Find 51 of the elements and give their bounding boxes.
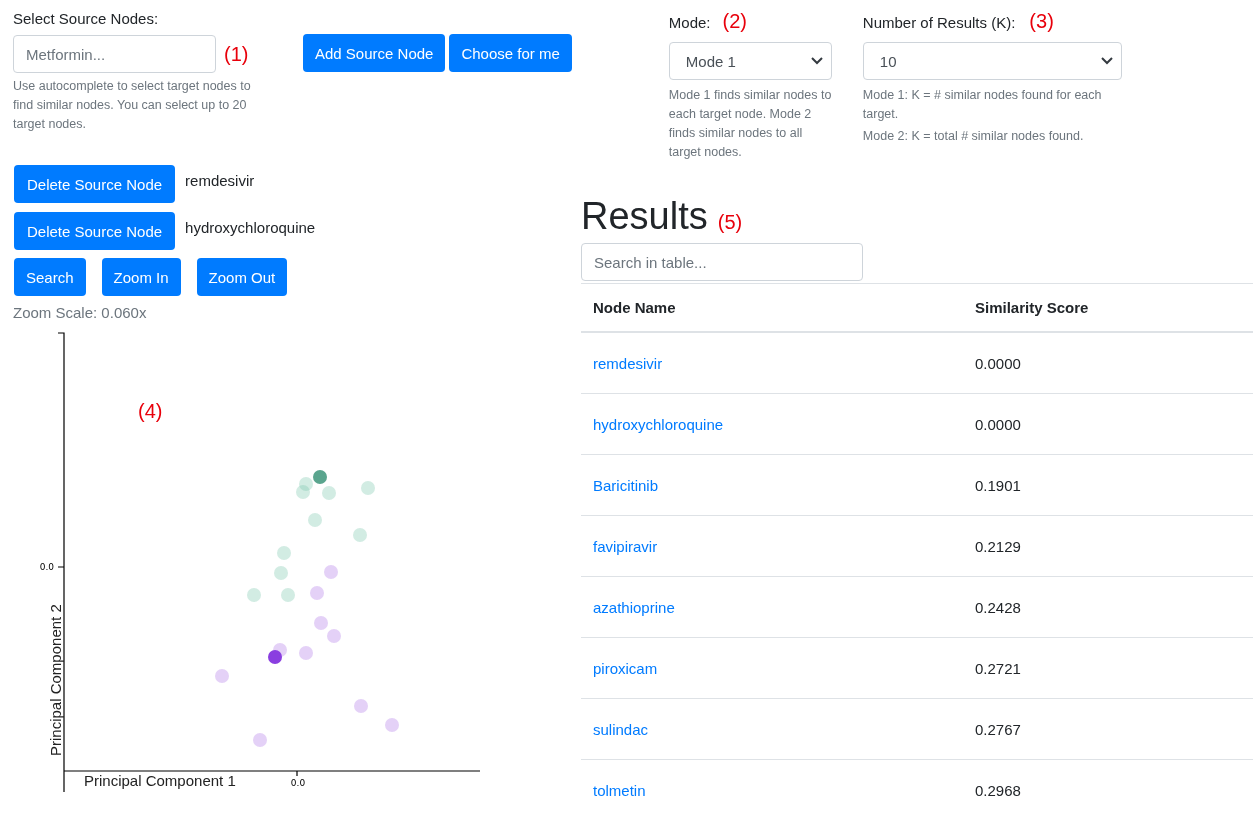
node-link[interactable]: favipiravir — [593, 537, 658, 555]
annotation-label: (3) — [1029, 10, 1054, 32]
column-header: Similarity Score — [963, 283, 1253, 332]
score-cell: 0.2129 — [975, 537, 1021, 555]
score-cell: 0.0000 — [975, 415, 1021, 433]
column-header: Node Name — [581, 283, 963, 332]
source-node-input[interactable]: Metformin... — [13, 35, 216, 73]
results-heading: Results — [581, 194, 708, 239]
annotation-label: (4) — [138, 400, 163, 422]
node-name: hydroxychloroquine — [185, 218, 316, 236]
action-button[interactable]: Zoom In — [101, 258, 181, 296]
field-label: Mode: — [668, 14, 711, 31]
node-name: remdesivir — [185, 171, 255, 189]
field-label: Number of Results (K): — [862, 14, 1016, 31]
x-tick-label: 0.0 — [290, 778, 306, 788]
node-link[interactable]: azathioprine — [593, 598, 675, 616]
mode-select[interactable]: Mode 1 — [668, 42, 832, 80]
delete-button[interactable]: Delete Source Node — [14, 212, 176, 250]
action-button[interactable]: Search — [14, 258, 86, 296]
field-label: Select Source Nodes: — [13, 10, 160, 27]
action-button[interactable]: Add Source Node — [303, 34, 446, 72]
help-text: Mode 1 finds similar nodes to each target node. Mode 2 finds similar nodes to all target nodes. — [668, 87, 832, 161]
action-button[interactable]: Choose for me — [449, 34, 572, 72]
results-count-select[interactable]: 10 — [862, 42, 1122, 80]
y-tick-label: 0.0 — [39, 562, 54, 572]
delete-button[interactable]: Delete Source Node — [14, 165, 176, 203]
score-cell: 0.2721 — [975, 659, 1021, 677]
x-axis-label: Principal Component 1 — [84, 772, 236, 789]
help-text: Mode 2: K = total # similar nodes found. — [862, 128, 1085, 145]
score-cell: 0.2968 — [975, 781, 1021, 799]
annotation-label: (5) — [717, 211, 743, 234]
help-text: Use autocomplete to select target nodes to find similar nodes. You can select up to 20 target nodes. — [13, 78, 252, 133]
node-link[interactable]: sulindac — [593, 720, 649, 738]
annotation-label: (1) — [224, 42, 249, 66]
node-link[interactable]: piroxicam — [593, 659, 658, 677]
score-cell: 0.2428 — [975, 598, 1021, 616]
y-axis-label: Principal Component 2 — [47, 604, 64, 756]
annotation-label: (2) — [722, 10, 747, 32]
score-cell: 0.2767 — [975, 720, 1021, 738]
help-text: Mode 1: K = # similar nodes found for each target. — [862, 87, 1103, 123]
node-link[interactable]: tolmetin — [593, 781, 646, 799]
table-search-field[interactable]: Search in table... — [581, 243, 863, 281]
score-cell: 0.0000 — [975, 354, 1021, 372]
node-link[interactable]: remdesivir — [593, 354, 663, 372]
node-link[interactable]: hydroxychloroquine — [593, 415, 724, 433]
action-button[interactable]: Zoom Out — [196, 258, 288, 296]
chevron-down-icon — [810, 57, 823, 65]
chevron-down-icon — [1100, 57, 1113, 65]
score-cell: 0.1901 — [975, 476, 1021, 494]
zoom-scale-text: Zoom Scale: 0.060x — [12, 304, 148, 321]
node-link[interactable]: Baricitinib — [593, 476, 659, 494]
